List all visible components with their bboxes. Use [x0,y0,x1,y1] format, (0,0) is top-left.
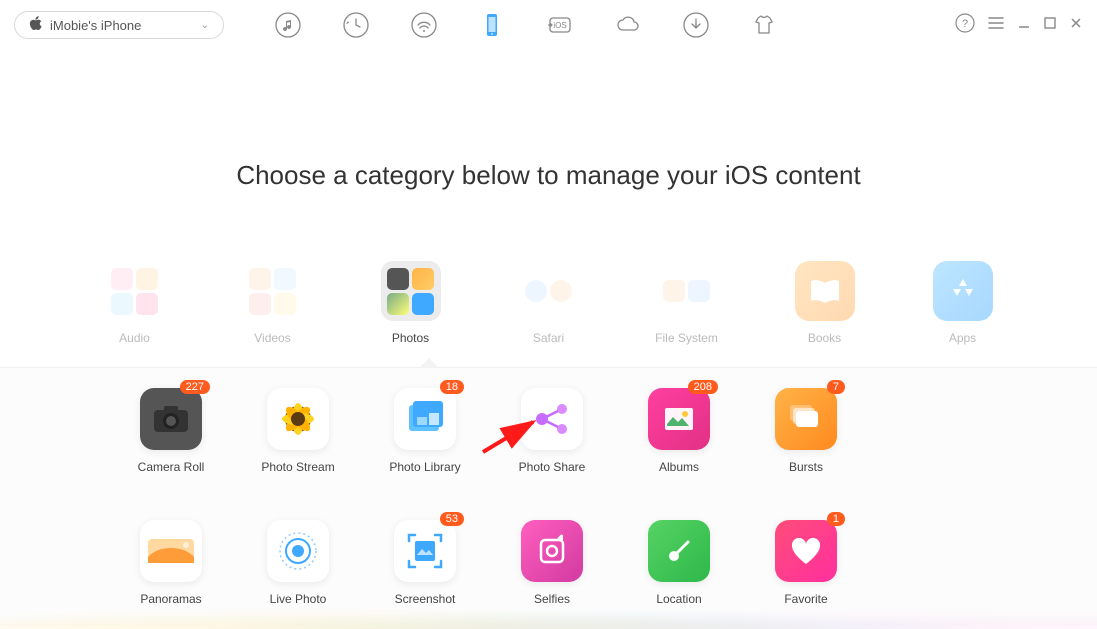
books-icon [795,261,855,321]
location-icon [648,520,710,582]
photo-library-icon: 18 [394,388,456,450]
sub-selfies[interactable]: Selfies [516,520,588,606]
audio-icon [105,261,165,321]
category-label: Books [808,331,841,345]
category-audio[interactable]: Audio [101,261,169,345]
minimize-button[interactable] [1017,16,1031,34]
music-icon[interactable] [274,11,302,39]
sub-grid: 227 Camera Roll Photo Stream 18 Photo Li… [135,388,962,606]
sub-bursts[interactable]: 7 Bursts [770,388,842,474]
albums-icon: 208 [648,388,710,450]
phone-icon[interactable] [478,11,506,39]
category-row: Audio Videos Photos Safari File System B… [0,261,1097,345]
device-name-label: iMobie's iPhone [50,18,141,33]
photo-share-icon [521,388,583,450]
sub-label: Screenshot [395,592,456,606]
badge: 53 [440,512,464,526]
category-photos[interactable]: Photos [377,261,445,345]
category-label: Videos [254,331,290,345]
menu-icon[interactable] [987,14,1005,36]
sub-live-photo[interactable]: Live Photo [262,520,334,606]
toolbar: iMobie's iPhone ⌄ iOS ? [0,0,1097,50]
download-icon[interactable] [682,11,710,39]
panel-pointer [419,358,439,368]
sub-label: Panoramas [140,592,201,606]
chevron-down-icon: ⌄ [201,20,209,31]
category-label: Audio [119,331,150,345]
sub-label: Favorite [784,592,827,606]
toolbar-icons: iOS [274,11,778,39]
device-selector[interactable]: iMobie's iPhone ⌄ [14,11,224,39]
photos-icon [381,261,441,321]
camera-roll-icon: 227 [140,388,202,450]
screenshot-icon: 53 [394,520,456,582]
sub-label: Albums [659,460,699,474]
badge: 227 [180,380,210,394]
sub-albums[interactable]: 208 Albums [643,388,715,474]
window-controls: ? [955,13,1083,37]
sub-photo-share[interactable]: Photo Share [516,388,588,474]
help-icon[interactable]: ? [955,13,975,37]
svg-text:?: ? [962,18,968,30]
bursts-icon: 7 [775,388,837,450]
favorite-icon: 1 [775,520,837,582]
sub-label: Camera Roll [138,460,205,474]
cloud-icon[interactable] [614,11,642,39]
sub-label: Photo Share [519,460,586,474]
live-photo-icon [267,520,329,582]
category-label: File System [655,331,718,345]
category-filesystem[interactable]: File System [653,261,721,345]
panoramas-icon [140,520,202,582]
history-icon[interactable] [342,11,370,39]
category-apps[interactable]: Apps [929,261,997,345]
sub-favorite[interactable]: 1 Favorite [770,520,842,606]
to-ios-icon[interactable]: iOS [546,11,574,39]
videos-icon [243,261,303,321]
sub-label: Selfies [534,592,570,606]
selfies-icon [521,520,583,582]
wifi-icon[interactable] [410,11,438,39]
sub-location[interactable]: Location [643,520,715,606]
safari-icon [519,261,579,321]
sub-photo-stream[interactable]: Photo Stream [262,388,334,474]
apps-icon [933,261,993,321]
category-books[interactable]: Books [791,261,859,345]
sub-photo-library[interactable]: 18 Photo Library [389,388,461,474]
sub-label: Live Photo [270,592,327,606]
category-label: Apps [949,331,976,345]
sub-camera-roll[interactable]: 227 Camera Roll [135,388,207,474]
apple-icon [29,16,42,34]
category-label: Photos [392,331,429,345]
svg-text:iOS: iOS [553,21,566,30]
badge: 7 [827,380,845,394]
sub-panel: 227 Camera Roll Photo Stream 18 Photo Li… [0,367,1097,626]
badge: 1 [827,512,845,526]
sub-screenshot[interactable]: 53 Screenshot [389,520,461,606]
category-label: Safari [533,331,564,345]
sub-label: Photo Stream [261,460,334,474]
category-safari[interactable]: Safari [515,261,583,345]
photo-stream-icon [267,388,329,450]
filesystem-icon [657,261,717,321]
badge: 208 [688,380,718,394]
close-button[interactable] [1069,16,1083,34]
badge: 18 [440,380,464,394]
sub-label: Location [656,592,701,606]
tshirt-icon[interactable] [750,11,778,39]
sub-panoramas[interactable]: Panoramas [135,520,207,606]
maximize-button[interactable] [1043,16,1057,34]
page-title: Choose a category below to manage your i… [0,160,1097,191]
sub-label: Photo Library [389,460,460,474]
category-videos[interactable]: Videos [239,261,307,345]
sub-label: Bursts [789,460,823,474]
